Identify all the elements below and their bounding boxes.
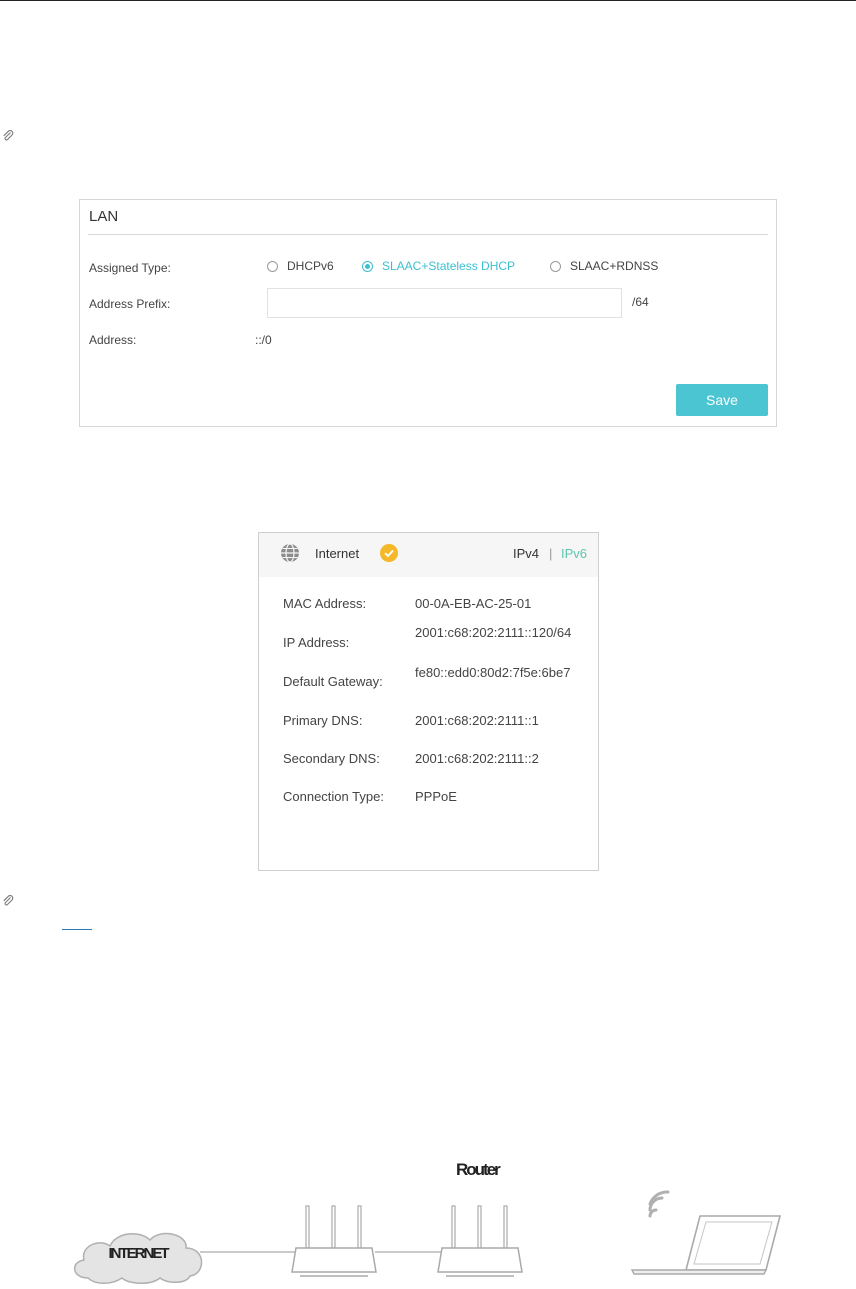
globe-icon bbox=[280, 543, 300, 563]
internet-panel-header: Internet IPv4 | IPv6 bbox=[259, 533, 598, 577]
tab-ipv4[interactable]: IPv4 bbox=[513, 546, 539, 561]
connection-type-label: Connection Type: bbox=[283, 789, 384, 804]
mac-address-label: MAC Address: bbox=[283, 596, 367, 611]
router-icon bbox=[291, 1205, 377, 1277]
laptop-icon bbox=[630, 1215, 782, 1275]
router-icon bbox=[437, 1205, 523, 1277]
address-prefix-input[interactable] bbox=[267, 288, 622, 318]
internet-status-panel: Internet IPv4 | IPv6 MAC Address: 00-0A-… bbox=[258, 532, 599, 871]
lan-title: LAN bbox=[89, 208, 119, 225]
radio-dhcpv6-circle[interactable] bbox=[267, 260, 278, 272]
radio-slaac-stateless-dhcp-label: SLAAC+Stateless DHCP bbox=[382, 259, 516, 273]
address-value: ::/0 bbox=[255, 333, 272, 347]
link-underline[interactable] bbox=[62, 929, 92, 930]
ip-address-value: 2001:c68:202:2111::120/64 bbox=[415, 625, 572, 640]
secondary-dns-label: Secondary DNS: bbox=[283, 751, 380, 766]
wifi-icon bbox=[648, 1190, 670, 1218]
internet-panel-title: Internet bbox=[315, 546, 360, 561]
lan-panel: LAN Assigned Type: DHCPv6 SLAAC+Stateles… bbox=[79, 199, 777, 427]
default-gateway-value: fe80::edd0:80d2:7f5e:6be7 bbox=[415, 665, 571, 680]
default-gateway-label: Default Gateway: bbox=[283, 674, 383, 689]
network-diagram: INTERNET bbox=[74, 1190, 782, 1284]
address-prefix-suffix: /64 bbox=[632, 295, 649, 309]
status-check-icon bbox=[380, 544, 398, 562]
note-clip-icon bbox=[2, 895, 14, 907]
lan-divider bbox=[88, 234, 768, 235]
assigned-type-label: Assigned Type: bbox=[89, 261, 171, 275]
radio-dhcpv6[interactable]: DHCPv6 bbox=[267, 259, 334, 273]
note-clip-icon bbox=[2, 130, 14, 142]
address-prefix-label: Address Prefix: bbox=[89, 297, 171, 311]
secondary-dns-value: 2001:c68:202:2111::2 bbox=[415, 751, 539, 766]
radio-slaac-stateless-dhcp-circle[interactable] bbox=[362, 260, 373, 272]
primary-dns-value: 2001:c68:202:2111::1 bbox=[415, 713, 539, 728]
radio-slaac-rdnss-label: SLAAC+RDNSS bbox=[570, 259, 659, 273]
primary-dns-label: Primary DNS: bbox=[283, 713, 363, 728]
connection-type-value: PPPoE bbox=[415, 789, 457, 804]
tab-separator: | bbox=[549, 546, 553, 561]
radio-slaac-rdnss[interactable]: SLAAC+RDNSS bbox=[550, 259, 658, 273]
address-label: Address: bbox=[89, 333, 137, 347]
radio-dhcpv6-label: DHCPv6 bbox=[287, 259, 334, 273]
radio-slaac-rdnss-circle[interactable] bbox=[550, 260, 561, 272]
mac-address-value: 00-0A-EB-AC-25-01 bbox=[415, 596, 532, 611]
internet-cloud-label: INTERNET bbox=[109, 1245, 170, 1262]
tab-ipv6[interactable]: IPv6 bbox=[561, 546, 587, 561]
ip-address-label: IP Address: bbox=[283, 635, 350, 650]
top-rule bbox=[0, 0, 856, 1]
radio-slaac-stateless-dhcp[interactable]: SLAAC+Stateless DHCP bbox=[362, 259, 515, 273]
save-button[interactable]: Save bbox=[676, 384, 768, 416]
